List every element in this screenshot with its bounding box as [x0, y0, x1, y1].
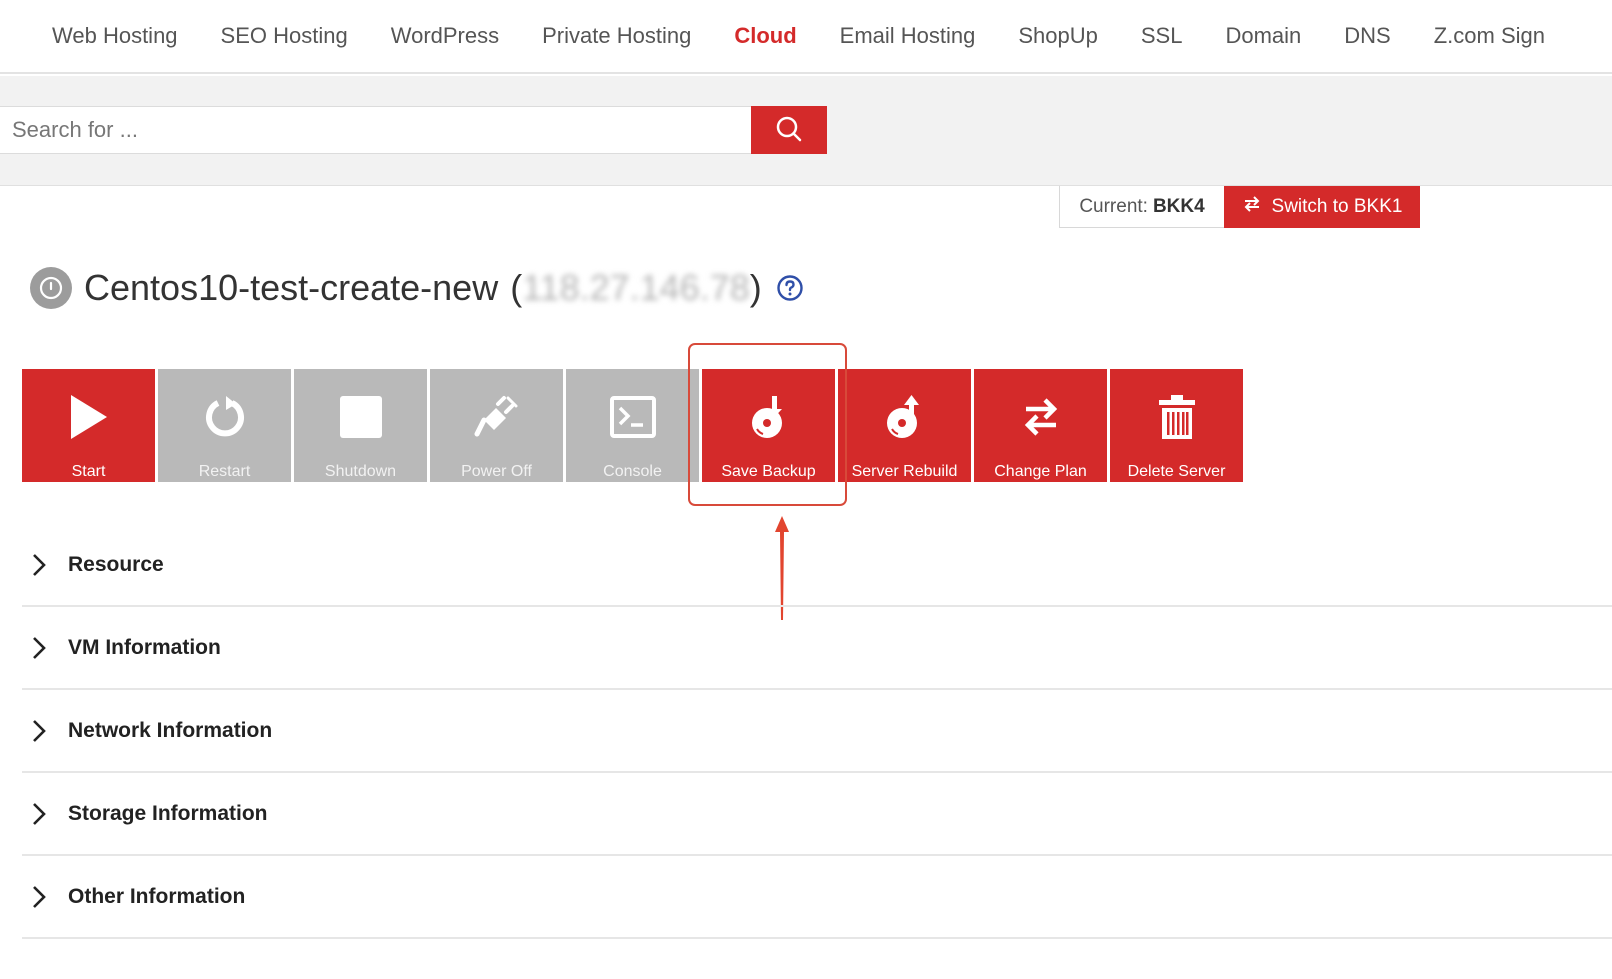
console-label: Console — [603, 463, 662, 480]
swap-arrows-icon — [1020, 391, 1062, 443]
stop-icon — [338, 391, 384, 443]
play-icon — [67, 391, 111, 443]
power-status-icon — [30, 267, 72, 309]
server-name: Centos10-test-create-new — [84, 267, 499, 308]
server-ip-open: ( — [510, 267, 523, 308]
nav-item-shopup[interactable]: ShopUp — [1018, 20, 1098, 52]
delete-server-button[interactable]: Delete Server — [1110, 369, 1243, 482]
change-plan-label: Change Plan — [994, 463, 1087, 480]
disc-rebuild-icon — [884, 391, 926, 443]
switch-datacenter-button[interactable]: Switch to BKK1 — [1224, 186, 1420, 228]
save-backup-button[interactable]: Save Backup — [702, 369, 835, 482]
nav-item-cloud[interactable]: Cloud — [734, 20, 796, 52]
server-ip: 118.27.146.78 — [522, 267, 750, 308]
current-datacenter: Current: BKK4 — [1059, 186, 1225, 228]
trash-icon — [1157, 391, 1197, 443]
start-label: Start — [71, 463, 106, 480]
search-input[interactable] — [0, 106, 752, 154]
nav-item-email-hosting[interactable]: Email Hosting — [840, 20, 976, 52]
server-rebuild-button[interactable]: Server Rebuild — [838, 369, 971, 482]
nav-item-private-hosting[interactable]: Private Hosting — [542, 20, 691, 52]
search-bar — [0, 76, 1612, 186]
shutdown-label: Shutdown — [324, 463, 397, 480]
disc-backup-icon — [748, 391, 790, 443]
help-icon[interactable] — [776, 274, 804, 302]
search-icon — [775, 115, 803, 146]
nav-item-wordpress[interactable]: WordPress — [391, 20, 499, 52]
info-sections: Resource VM Information Network Informat… — [22, 524, 1612, 939]
nav-item-ssl[interactable]: SSL — [1141, 20, 1183, 52]
section-label: Network Information — [68, 718, 273, 742]
power-off-button[interactable]: Power Off — [430, 369, 563, 482]
nav-item-domain[interactable]: Domain — [1225, 20, 1301, 52]
restart-icon — [202, 391, 248, 443]
restart-button[interactable]: Restart — [158, 369, 291, 482]
chevron-right-icon — [32, 636, 52, 660]
nav-item-zcom-sign[interactable]: Z.com Sign — [1434, 20, 1545, 52]
chevron-right-icon — [32, 553, 52, 577]
server-rebuild-label: Server Rebuild — [851, 463, 958, 480]
current-datacenter-label: Current: — [1079, 195, 1148, 217]
nav-item-seo-hosting[interactable]: SEO Hosting — [221, 20, 348, 52]
section-other-information[interactable]: Other Information — [22, 856, 1612, 939]
shutdown-button[interactable]: Shutdown — [294, 369, 427, 482]
section-label: Resource — [68, 552, 164, 576]
section-resource[interactable]: Resource — [22, 524, 1612, 607]
restart-label: Restart — [198, 463, 251, 480]
chevron-right-icon — [32, 719, 52, 743]
change-plan-button[interactable]: Change Plan — [974, 369, 1107, 482]
nav-item-web-hosting[interactable]: Web Hosting — [52, 20, 178, 52]
top-nav-list: Web Hosting SEO Hosting WordPress Privat… — [52, 20, 1588, 52]
chevron-right-icon — [32, 802, 52, 826]
section-label: VM Information — [68, 635, 221, 659]
search-button[interactable] — [751, 106, 827, 154]
terminal-icon — [609, 391, 656, 443]
server-ip-close: ) — [749, 267, 762, 308]
current-datacenter-value: BKK4 — [1152, 195, 1205, 217]
section-vm-information[interactable]: VM Information — [22, 607, 1612, 690]
save-backup-label: Save Backup — [721, 463, 816, 480]
section-storage-information[interactable]: Storage Information — [22, 773, 1612, 856]
server-actions: Start Restart Shutdown Power Off Console… — [22, 369, 1246, 482]
delete-server-label: Delete Server — [1127, 463, 1226, 480]
start-button[interactable]: Start — [22, 369, 155, 482]
server-title: Centos10-test-create-new ( 118.27.146.78… — [30, 262, 804, 314]
plug-off-icon — [474, 391, 520, 443]
chevron-right-icon — [32, 885, 52, 909]
section-label: Other Information — [68, 884, 246, 908]
switch-datacenter-label: Switch to BKK1 — [1271, 196, 1403, 217]
power-off-label: Power Off — [461, 463, 532, 480]
swap-arrows-icon — [1242, 194, 1262, 220]
top-nav: Web Hosting SEO Hosting WordPress Privat… — [0, 0, 1612, 74]
nav-item-dns[interactable]: DNS — [1344, 20, 1390, 52]
section-network-information[interactable]: Network Information — [22, 690, 1612, 773]
section-label: Storage Information — [68, 801, 268, 825]
console-button[interactable]: Console — [566, 369, 699, 482]
